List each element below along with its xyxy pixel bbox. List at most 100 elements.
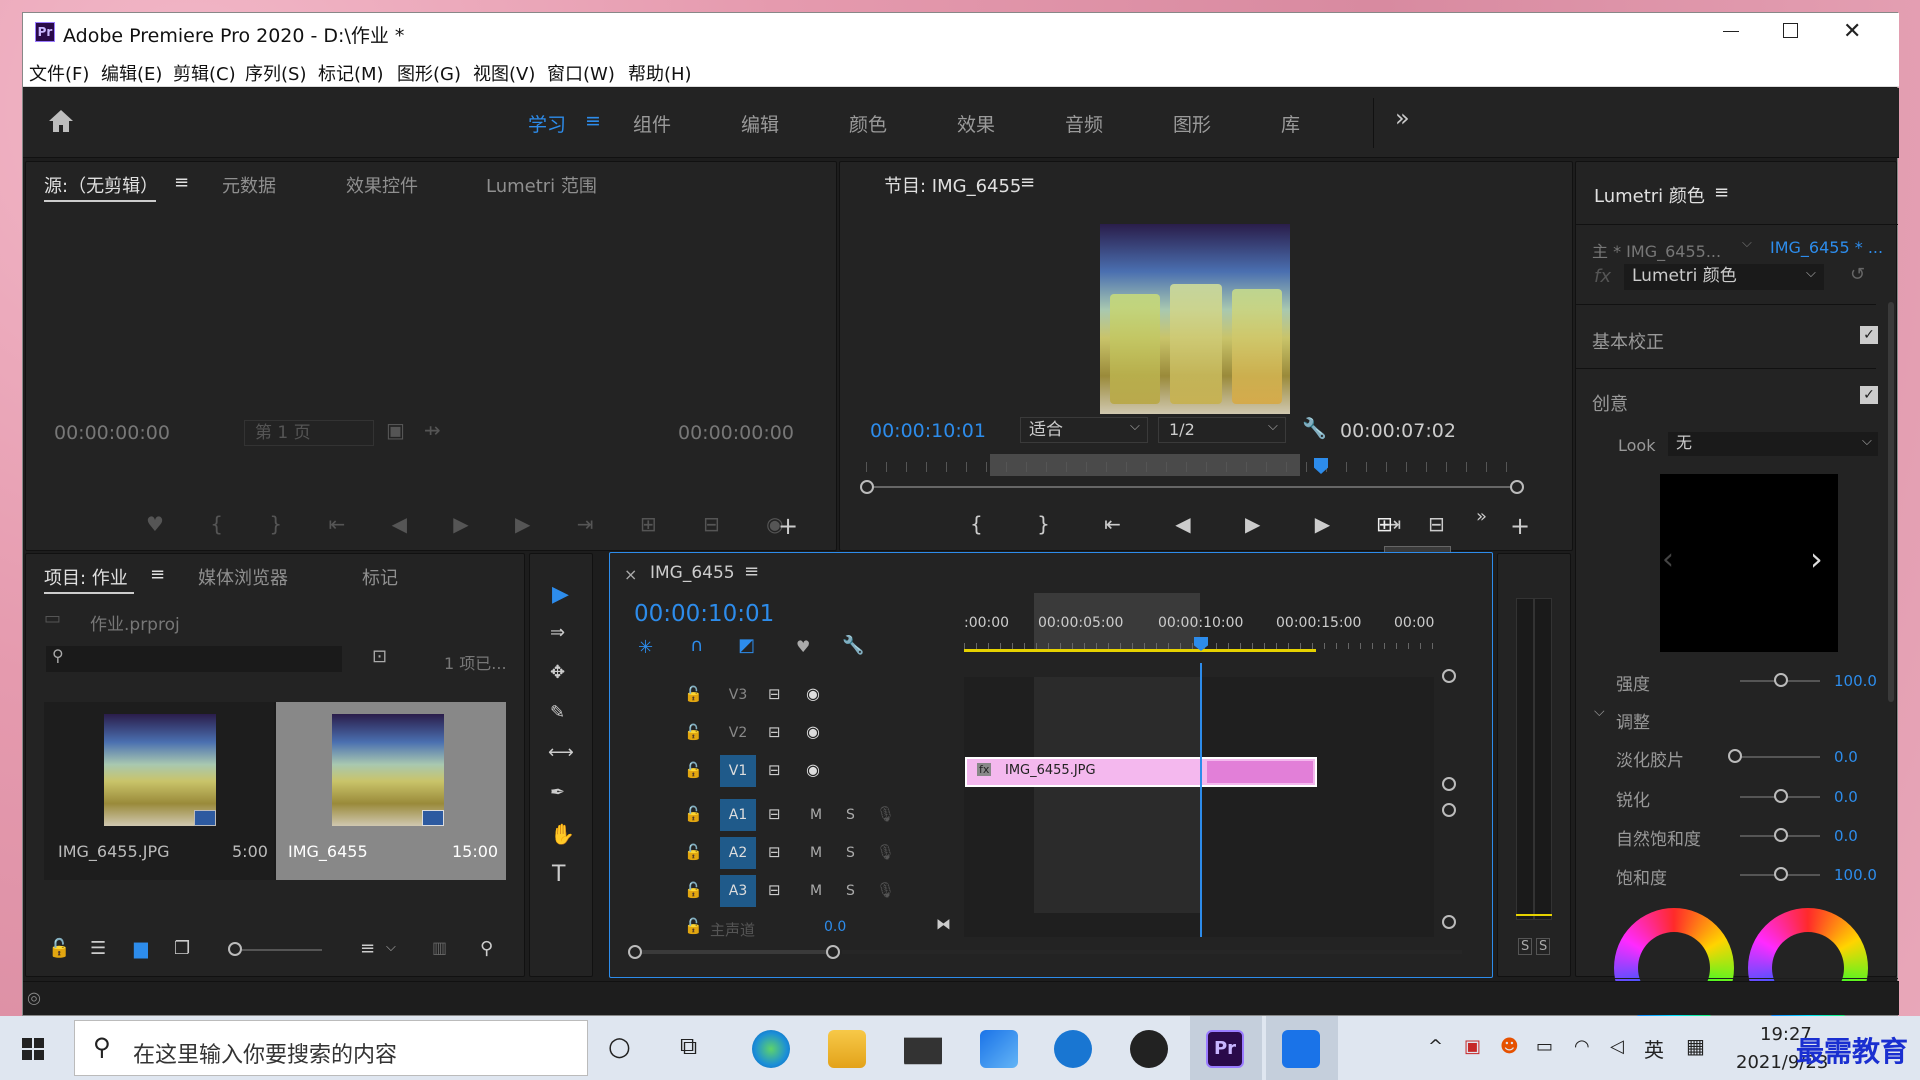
- source-settings-icon[interactable]: ⇸: [424, 418, 441, 442]
- program-quality-select[interactable]: 1/2: [1158, 417, 1286, 443]
- track-select-tool-icon[interactable]: ⇒: [550, 622, 565, 643]
- track-a3-mute[interactable]: M: [810, 883, 822, 899]
- new-bin-icon[interactable]: ⊡: [372, 646, 387, 667]
- source-menu-icon[interactable]: ≡: [174, 172, 189, 193]
- faded-film-slider-knob[interactable]: [1728, 749, 1742, 763]
- tab-media-browser[interactable]: 媒体浏览器: [198, 564, 288, 590]
- vscroll-top-knob[interactable]: [1442, 669, 1456, 683]
- master-go-end-icon[interactable]: ⧓: [936, 915, 950, 933]
- creative-checkbox[interactable]: ✓: [1860, 386, 1878, 404]
- hand-tool-icon[interactable]: ✋: [550, 822, 575, 846]
- add-marker-icon[interactable]: ♥: [796, 637, 810, 656]
- menu-window[interactable]: 窗口(W): [547, 60, 615, 86]
- tab-markers[interactable]: 标记: [362, 564, 398, 590]
- saturation-slider-knob[interactable]: [1774, 867, 1788, 881]
- saturation-value[interactable]: 100.0: [1834, 866, 1877, 884]
- meter-solo-right[interactable]: S: [1536, 938, 1551, 955]
- program-timecode-current[interactable]: 00:00:10:01: [870, 420, 986, 442]
- track-v1-eye-icon[interactable]: ◉: [806, 760, 820, 779]
- project-item-1[interactable]: IMG_6455.JPG 5:00: [44, 702, 274, 880]
- adjust-chevron-icon[interactable]: ⌵: [1594, 704, 1605, 720]
- program-scrubber-line[interactable]: [866, 486, 1516, 488]
- tab-lumetri-scopes[interactable]: Lumetri 范围: [486, 172, 597, 198]
- sharpen-slider-knob[interactable]: [1774, 789, 1788, 803]
- project-menu-icon[interactable]: ≡: [150, 564, 165, 585]
- workspace-learn[interactable]: 学习: [528, 110, 566, 137]
- premiere-taskbar-icon[interactable]: Pr: [1206, 1030, 1244, 1068]
- meter-solo-left[interactable]: S: [1518, 938, 1533, 955]
- reset-icon[interactable]: ↺: [1850, 264, 1865, 285]
- program-title[interactable]: 节目: IMG_6455: [884, 172, 1021, 198]
- tab-effect-controls[interactable]: 效果控件: [346, 172, 418, 198]
- timeline-timecode[interactable]: 00:00:10:01: [634, 601, 774, 627]
- hscroll-right-knob[interactable]: [826, 945, 840, 959]
- program-add-button[interactable]: +: [1510, 512, 1530, 540]
- lumetri-title[interactable]: Lumetri 颜色: [1594, 182, 1705, 208]
- track-v2-lock-icon[interactable]: 🔓: [684, 723, 703, 741]
- track-v1-sync-icon[interactable]: ⊟: [768, 761, 781, 779]
- track-a1-mic-icon[interactable]: 🎙: [876, 805, 895, 823]
- track-a2-solo[interactable]: S: [846, 845, 855, 861]
- track-a2-label[interactable]: A2: [720, 837, 756, 869]
- workspace-effects[interactable]: 效果: [957, 110, 995, 137]
- tab-metadata[interactable]: 元数据: [222, 172, 276, 198]
- track-a1-sync-icon[interactable]: ⊟: [768, 805, 781, 823]
- app-blue-icon[interactable]: [980, 1030, 1018, 1068]
- vscroll-mid2-knob[interactable]: [1442, 803, 1456, 817]
- source-insert-icon[interactable]: ▣: [386, 418, 405, 442]
- timeline-ruler[interactable]: :00:00 00:00:05:00 00:00:10:00 00:00:15:…: [964, 593, 1464, 665]
- creative-header[interactable]: 创意: [1592, 390, 1628, 416]
- hscroll-bar[interactable]: [642, 950, 828, 954]
- workspace-more-button[interactable]: »: [1395, 104, 1410, 132]
- app-check-icon[interactable]: [1054, 1030, 1092, 1068]
- close-button[interactable]: ✕: [1843, 19, 1861, 44]
- track-v1-lock-icon[interactable]: 🔓: [684, 761, 703, 779]
- track-v2-label[interactable]: V2: [720, 725, 756, 741]
- workspace-menu-icon[interactable]: ≡: [585, 110, 601, 132]
- source-timecode-left[interactable]: 00:00:00:00: [54, 422, 170, 444]
- icon-view-icon[interactable]: ▆: [134, 938, 148, 959]
- lumetri-effect-select[interactable]: Lumetri 颜色: [1624, 264, 1824, 290]
- edge-icon[interactable]: [752, 1030, 790, 1068]
- track-v2-sync-icon[interactable]: ⊟: [768, 723, 781, 741]
- freeform-view-icon[interactable]: ❐: [174, 938, 190, 959]
- program-menu-icon[interactable]: ≡: [1020, 172, 1035, 193]
- zoom-slider-knob[interactable]: [228, 942, 242, 956]
- menu-sequence[interactable]: 序列(S): [245, 60, 306, 86]
- app-circle-icon[interactable]: [1130, 1030, 1168, 1068]
- mail-icon[interactable]: [904, 1037, 942, 1065]
- wifi-icon[interactable]: ◠: [1574, 1036, 1590, 1057]
- menu-graphics[interactable]: 图形(G): [397, 60, 461, 86]
- menu-marker[interactable]: 标记(M): [318, 60, 384, 86]
- scrub-start-knob[interactable]: [860, 480, 874, 494]
- volume-icon[interactable]: ◁: [1610, 1036, 1624, 1057]
- nest-icon[interactable]: ✳: [638, 637, 653, 658]
- workspace-audio[interactable]: 音频: [1065, 110, 1103, 137]
- tab-project[interactable]: 项目: 作业: [44, 564, 128, 590]
- timeline-close-icon[interactable]: ×: [624, 565, 637, 584]
- look-next-icon[interactable]: ›: [1810, 540, 1823, 578]
- type-tool-icon[interactable]: T: [552, 862, 565, 887]
- ime-indicator[interactable]: 英: [1644, 1034, 1664, 1063]
- selection-tool-icon[interactable]: ▶: [552, 582, 569, 607]
- automate-icon[interactable]: ▥: [432, 938, 447, 957]
- track-a1-solo[interactable]: S: [846, 807, 855, 823]
- wrench-icon[interactable]: 🔧: [1302, 416, 1327, 440]
- track-a3-solo[interactable]: S: [846, 883, 855, 899]
- lumetri-master-clip[interactable]: 主 * IMG_6455...: [1592, 238, 1721, 262]
- hscroll-left-knob[interactable]: [628, 945, 642, 959]
- look-prev-icon[interactable]: ‹: [1662, 542, 1674, 577]
- windows-start-icon[interactable]: [22, 1038, 44, 1060]
- project-search-input[interactable]: [46, 646, 342, 672]
- adjust-header[interactable]: 调整: [1616, 708, 1650, 733]
- list-view-icon[interactable]: ☰: [90, 938, 106, 959]
- razor-tool-icon[interactable]: ✎: [550, 702, 565, 723]
- program-more-button[interactable]: »: [1476, 506, 1487, 527]
- task-view-icon[interactable]: ⧉: [680, 1032, 697, 1060]
- project-item-2[interactable]: IMG_6455 15:00: [276, 702, 506, 880]
- maximize-button[interactable]: [1783, 23, 1798, 38]
- master-track-value[interactable]: 0.0: [824, 919, 846, 935]
- slip-tool-icon[interactable]: ⟷: [548, 742, 574, 763]
- phone-app-icon[interactable]: [1282, 1030, 1320, 1068]
- track-v1-label[interactable]: V1: [720, 755, 756, 787]
